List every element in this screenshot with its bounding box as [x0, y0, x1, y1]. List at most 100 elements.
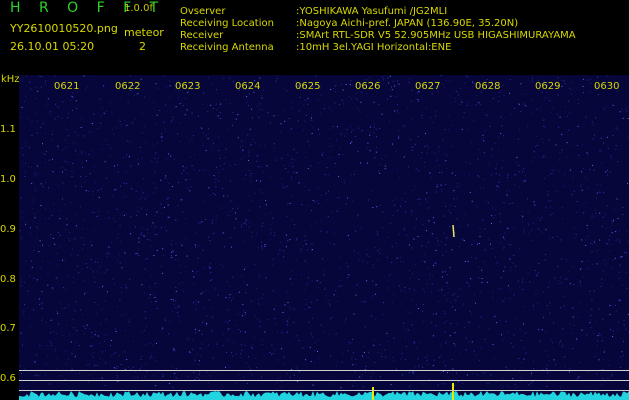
- noise-dot: [429, 172, 431, 174]
- noise-dot: [151, 225, 153, 227]
- noise-dot: [94, 365, 96, 367]
- noise-dot: [555, 190, 557, 192]
- noise-dot: [215, 178, 217, 180]
- noise-dot: [403, 322, 405, 324]
- noise-dot: [504, 266, 506, 268]
- noise-dot: [549, 302, 551, 304]
- noise-dot: [211, 146, 213, 148]
- noise-dot: [203, 92, 204, 94]
- noise-dot: [42, 244, 43, 246]
- noise-dot: [480, 291, 482, 293]
- noise-dot: [310, 165, 312, 167]
- noise-dot: [195, 247, 196, 248]
- noise-dot: [451, 172, 453, 174]
- noise-dot: [554, 278, 556, 279]
- noise-dot: [593, 134, 595, 136]
- noise-dot: [523, 358, 525, 360]
- noise-dot: [351, 97, 353, 99]
- noise-dot: [328, 334, 330, 336]
- noise-dot: [36, 165, 38, 167]
- noise-dot: [165, 175, 167, 177]
- noise-dot: [412, 372, 414, 374]
- noise-dot: [119, 262, 121, 264]
- noise-dot: [57, 145, 59, 147]
- noise-dot: [419, 204, 421, 205]
- noise-dot: [63, 124, 65, 126]
- noise-dot: [339, 104, 340, 106]
- noise-dot: [314, 361, 316, 363]
- noise-dot: [383, 276, 385, 278]
- noise-dot: [454, 206, 456, 208]
- noise-dot: [55, 332, 57, 334]
- noise-dot: [487, 114, 489, 116]
- noise-dot: [362, 355, 364, 357]
- noise-dot: [582, 85, 584, 87]
- noise-dot: [282, 250, 284, 252]
- noise-dot: [140, 358, 142, 360]
- noise-dot: [362, 301, 364, 303]
- noise-dot: [297, 120, 299, 122]
- noise-dot: [105, 350, 106, 352]
- noise-dot: [399, 177, 401, 179]
- noise-dot: [455, 91, 457, 93]
- noise-dot: [578, 376, 580, 378]
- noise-dot: [449, 226, 450, 228]
- noise-dot: [195, 232, 197, 234]
- noise-dot: [342, 154, 344, 156]
- noise-dot: [372, 281, 374, 282]
- noise-dot: [502, 84, 504, 86]
- noise-dot: [397, 104, 399, 106]
- noise-dot: [484, 129, 486, 131]
- noise-dot: [576, 211, 578, 213]
- noise-dot: [97, 189, 99, 191]
- noise-dot: [115, 127, 117, 129]
- noise-dot: [226, 128, 228, 130]
- noise-dot: [569, 87, 571, 89]
- noise-dot: [457, 183, 459, 184]
- x-tick-0629: 0629: [535, 81, 561, 92]
- noise-dot: [60, 210, 62, 212]
- noise-dot: [277, 377, 279, 379]
- noise-dot: [266, 165, 268, 167]
- noise-dot: [24, 304, 25, 306]
- noise-dot: [93, 352, 95, 354]
- noise-dot: [513, 227, 515, 229]
- noise-dot: [166, 86, 168, 88]
- noise-dot: [381, 158, 383, 160]
- noise-dot: [295, 239, 297, 241]
- noise-dot: [96, 271, 98, 273]
- noise-dot: [503, 270, 505, 272]
- noise-dot: [446, 299, 448, 301]
- noise-dot: [598, 333, 600, 335]
- noise-dot: [163, 76, 165, 77]
- noise-dot: [128, 155, 130, 157]
- noise-dot: [560, 239, 562, 241]
- noise-dot: [404, 125, 406, 127]
- noise-dot: [244, 266, 246, 268]
- meteor-label: meteor: [124, 26, 164, 39]
- noise-dot: [156, 308, 158, 310]
- noise-dot: [568, 271, 570, 273]
- noise-dot: [387, 287, 389, 289]
- noise-dot: [351, 357, 353, 359]
- noise-dot: [359, 301, 361, 303]
- noise-dot: [117, 171, 119, 173]
- noise-dot: [469, 310, 471, 312]
- noise-dot: [550, 200, 552, 202]
- noise-dot: [587, 228, 588, 230]
- noise-dot: [499, 174, 501, 176]
- noise-dot: [320, 230, 322, 232]
- noise-dot: [248, 150, 250, 152]
- noise-dot: [85, 190, 87, 192]
- noise-dot: [165, 104, 167, 106]
- noise-dot: [568, 371, 570, 373]
- noise-dot: [117, 164, 119, 166]
- noise-dot: [509, 298, 511, 300]
- noise-dot: [450, 212, 451, 213]
- noise-dot: [175, 242, 177, 244]
- noise-dot: [522, 288, 524, 290]
- noise-dot: [90, 346, 92, 348]
- noise-dot: [148, 297, 150, 299]
- noise-dot: [626, 272, 628, 274]
- noise-dot: [575, 233, 577, 235]
